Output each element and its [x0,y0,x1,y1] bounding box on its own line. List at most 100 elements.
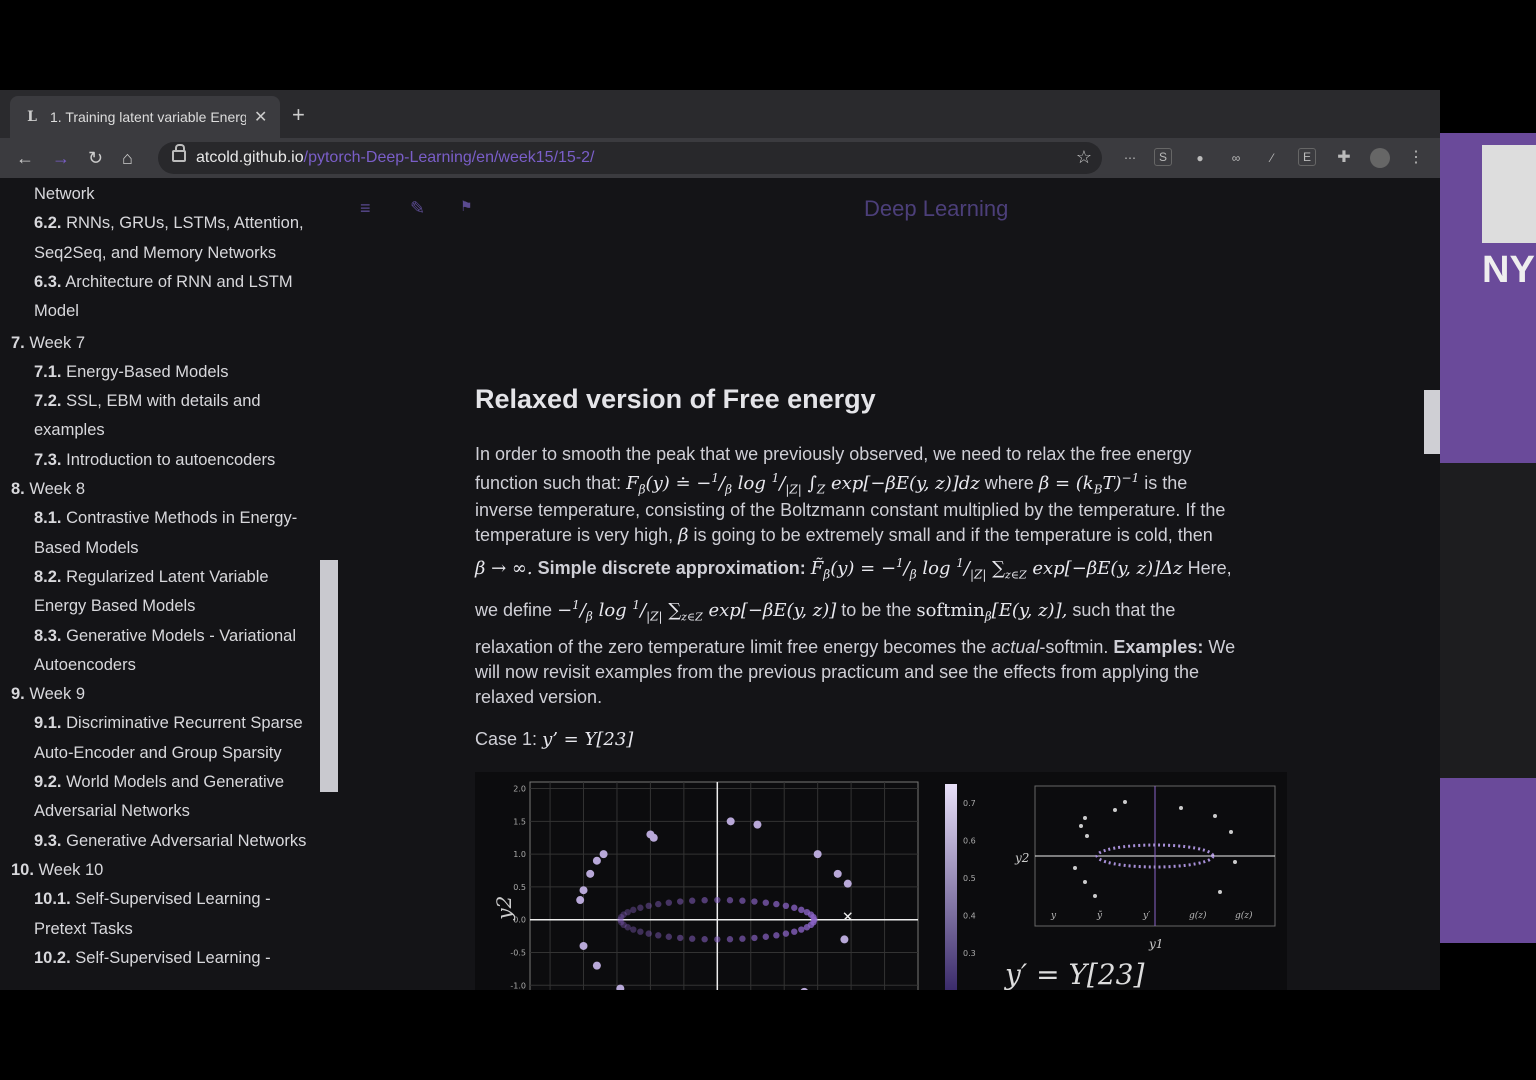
para-line-5: β → ∞. Simple discrete approximation: F̃… [475,551,1232,588]
small-plot-point [1213,814,1217,818]
extension-e-icon[interactable]: E [1298,148,1316,166]
sidebar-item-label: Self-Supervised Learning - [75,890,271,909]
small-plot-point [1085,834,1089,838]
active-tab[interactable]: L 1. Training latent variable Energ ✕ [10,96,280,138]
sidebar-item-number: 9. [11,685,25,704]
sidebar-scrollbar[interactable] [320,560,338,792]
sidebar-item[interactable]: Seq2Seq, and Memory Networks [34,239,276,268]
extension-dots-icon[interactable]: ⋯ [1120,148,1140,168]
brush-icon[interactable]: ✎ [410,198,425,219]
sidebar-item[interactable]: 10. Week 10 [11,856,103,885]
sidebar-item[interactable]: 9.1. Discriminative Recurrent Sparse [34,709,303,738]
reload-icon[interactable]: ↻ [88,148,103,168]
y-tick-label: 0.5 [513,883,526,892]
sidebar-item[interactable]: Auto-Encoder and Group Sparsity [34,739,282,768]
manifold-point [726,936,734,943]
manifold-point [655,932,662,939]
colorbar [945,784,957,990]
flag-icon[interactable]: ⚑ [460,198,473,215]
site-title[interactable]: Deep Learning [864,196,1008,222]
sidebar-item-number: 10.1. [34,890,71,909]
sidebar-item[interactable]: 8.1. Contrastive Methods in Energy- [34,504,297,533]
sidebar-item[interactable]: 7.3. Introduction to autoencoders [34,446,275,475]
extension-pen-icon[interactable]: ⁄ [1262,148,1282,168]
manifold-point [773,900,780,908]
manifold-point [791,904,798,911]
new-tab-button[interactable]: + [292,104,305,126]
back-icon[interactable]: ← [16,148,34,168]
sidebar-item[interactable]: 8.2. Regularized Latent Variable [34,563,269,592]
sidebar-item-label: Based Models [34,538,139,557]
sidebar-item[interactable]: Based Models [34,534,139,563]
data-point-y [576,896,585,905]
small-plot-legend-entry: y [1050,911,1057,921]
sidebar-item[interactable]: 8.3. Generative Models - Variational [34,622,296,651]
sidebar-item[interactable]: 10.1. Self-Supervised Learning - [34,885,271,914]
small-plot-point [1233,860,1237,864]
sidebar-item[interactable]: Autoencoders [34,651,136,680]
sidebar-item[interactable]: 7.1. Energy-Based Models [34,358,228,387]
actual-italic: actual [991,637,1040,657]
para-line-8: will now revisit examples from the previ… [475,662,1199,682]
sidebar-item-number: 7. [11,333,25,352]
extensions-puzzle-icon[interactable]: ✚ [1334,148,1354,168]
sidebar-item-label: Architecture of RNN and LSTM [65,272,293,291]
sidebar-item-label: examples [34,421,105,440]
manifold-point [739,897,746,904]
manifold-point [645,930,652,937]
sidebar-item[interactable]: Network [34,180,95,209]
para-line-7c: We [1208,637,1236,657]
softmin-formula: −1/β log 1/|Z| ∑z∈Z exp[−βE(y, z)] [557,598,837,624]
menu-kebab-icon[interactable]: ⋮ [1406,148,1426,168]
sidebar-item-number: 7.3. [34,450,62,469]
sidebar-item[interactable]: 9.2. World Models and Generative [34,768,284,797]
y-tick-label: 2.0 [513,785,526,794]
sidebar-item-number: 8.3. [34,626,62,645]
data-point-y [592,856,601,865]
sidebar-item-label: Self-Supervised Learning - [75,948,271,967]
sidebar-item[interactable]: 7.2. SSL, EBM with details and [34,387,261,416]
data-point-y [592,961,601,970]
bookmark-star-icon[interactable]: ☆ [1076,147,1092,168]
extension-infinity-icon[interactable]: ∞ [1226,148,1246,168]
sidebar-item[interactable]: 8. Week 8 [11,475,85,504]
sidebar-item[interactable]: examples [34,416,105,445]
sidebar-item[interactable]: 7. Week 7 [11,329,85,358]
data-point-y [649,833,658,842]
extension-circle-icon[interactable]: ● [1190,148,1210,168]
section-heading: Relaxed version of Free energy [475,384,876,414]
data-point-y [833,869,842,878]
sidebar-item[interactable]: 6.3. Architecture of RNN and LSTM [34,268,293,297]
profile-avatar-icon[interactable] [1370,148,1390,168]
sidebar-item[interactable]: Energy Based Models [34,592,195,621]
sidebar-toc: Network 6.2. RNNs, GRUs, LSTMs, Attention… [0,178,340,990]
sidebar-item[interactable]: Adversarial Networks [34,797,190,826]
home-icon[interactable]: ⌂ [122,148,133,168]
menu-icon[interactable]: ≡ [360,198,371,219]
para-line-7: relaxation of the zero temperature limit… [475,635,1235,660]
manifold-point [791,928,798,935]
sidebar-item[interactable]: 9. Week 9 [11,680,85,709]
url-path: /pytorch-Deep-Learning/en/week15/15-2/ [303,149,595,166]
manifold-point [751,898,758,905]
case-equation: y′ = Y[23] [1003,958,1144,990]
tab-title: 1. Training latent variable Energ [50,109,246,125]
close-tab-icon[interactable]: ✕ [254,107,267,127]
sidebar-item[interactable]: Pretext Tasks [34,915,133,944]
manifold-point [630,926,637,933]
extension-s-icon[interactable]: S [1154,148,1172,166]
forward-icon[interactable]: → [52,148,70,168]
sidebar-item[interactable]: 10.2. Self-Supervised Learning - [34,944,271,973]
para-line-7a: relaxation of the zero temperature limit… [475,637,987,657]
content-scrollbar[interactable] [1424,390,1440,454]
sidebar-item-number: 8.2. [34,567,62,586]
sidebar-item[interactable]: Model [34,297,79,326]
sidebar-item[interactable]: 6.2. RNNs, GRUs, LSTMs, Attention, [34,209,304,238]
address-bar[interactable]: atcold.github.io/pytorch-Deep-Learning/e… [158,142,1102,174]
para-line-5-end: Here, [1187,558,1232,578]
sidebar-item-label: Introduction to autoencoders [66,450,276,469]
data-point-y [843,879,852,888]
sidebar-item-label: Discriminative Recurrent Sparse [66,714,303,733]
sidebar-item-number: 9.2. [34,773,62,791]
sidebar-item[interactable]: 9.3. Generative Adversarial Networks [34,827,306,856]
